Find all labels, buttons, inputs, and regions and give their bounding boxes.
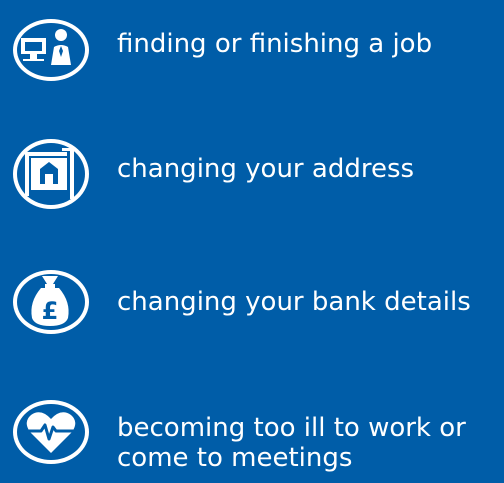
item-label-line-2: come to meetings <box>117 443 353 473</box>
item-label-line-1: becoming too ill to work or <box>117 413 466 443</box>
list-item-address: changing your address <box>0 136 504 212</box>
house-address-icon <box>11 136 92 212</box>
list-item-illness: becoming too ill to work or come to meet… <box>0 397 504 483</box>
svg-text:£: £ <box>42 297 59 325</box>
list-item-bank: £ changing your bank details <box>0 268 504 336</box>
item-label: changing your bank details <box>117 287 471 317</box>
life-changes-panel: finding or finishing a job changing your… <box>0 0 504 483</box>
item-label: changing your address <box>117 154 415 184</box>
heart-heartbeat-icon <box>11 397 92 467</box>
list-item-job: finding or finishing a job <box>0 17 504 81</box>
job-computer-person-icon <box>11 17 92 83</box>
money-bag-pound-icon: £ <box>11 268 92 336</box>
item-label: becoming too ill to work or come to meet… <box>117 413 502 473</box>
item-label: finding or finishing a job <box>117 29 433 59</box>
